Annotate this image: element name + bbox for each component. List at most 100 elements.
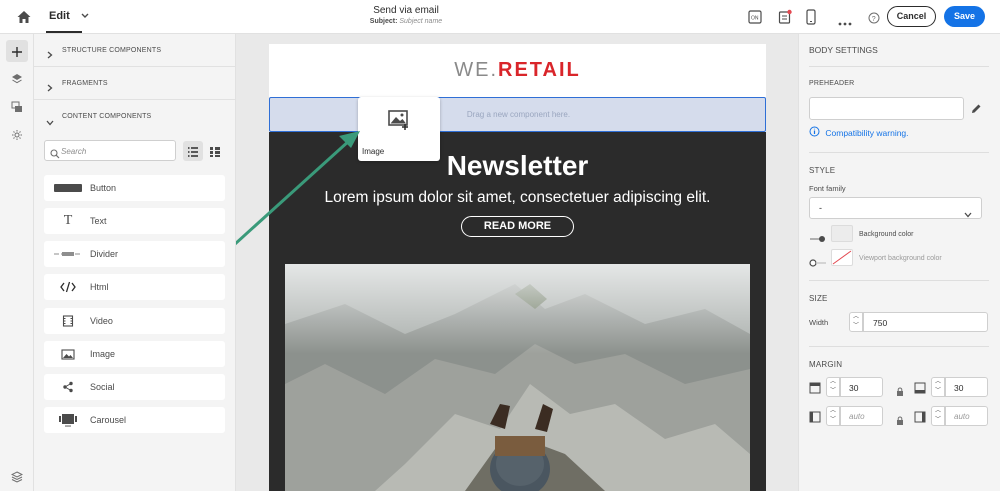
html-preview-icon[interactable]: ON <box>748 10 762 24</box>
video-icon <box>54 308 82 334</box>
save-button-label: Save <box>953 11 976 21</box>
personalization-icon[interactable] <box>11 128 23 146</box>
margin-top-stepper[interactable]: ︿ ﹀ <box>826 377 840 397</box>
divider-icon <box>54 241 82 267</box>
more-icon[interactable] <box>838 14 852 26</box>
component-html[interactable]: Html <box>44 274 225 300</box>
help-icon[interactable]: ? <box>868 11 880 24</box>
cancel-button[interactable]: Cancel <box>887 6 936 27</box>
components-panel: STRUCTURE COMPONENTS FRAGMENTS CONTENT C… <box>34 34 236 491</box>
validation-icon[interactable] <box>10 470 24 488</box>
margin-right-stepper[interactable]: ︿ ﹀ <box>931 406 945 426</box>
margin-top-input[interactable]: 30 <box>840 377 883 397</box>
section-content-components[interactable]: CONTENT COMPONENTS <box>34 100 235 133</box>
section-label: STRUCTURE COMPONENTS <box>62 47 162 54</box>
add-components-tab[interactable] <box>6 40 28 62</box>
component-button[interactable]: Button <box>44 175 225 201</box>
font-family-label: Font family <box>809 184 846 193</box>
width-value: 750 <box>873 318 888 328</box>
subject-line[interactable]: Subject: Subject name <box>300 18 512 25</box>
section-fragments[interactable]: FRAGMENTS <box>34 67 235 100</box>
margin-bottom-stepper[interactable]: ︿ ﹀ <box>931 377 945 397</box>
section-structure-components[interactable]: STRUCTURE COMPONENTS <box>34 34 235 67</box>
margin-bottom-input[interactable]: 30 <box>945 377 988 397</box>
mode-dropdown[interactable]: Edit <box>49 10 89 22</box>
chevron-right-icon <box>47 46 53 64</box>
lock-icon[interactable] <box>896 383 904 401</box>
share-icon <box>54 374 82 400</box>
viewport-bg-label: Viewport background color <box>859 255 942 262</box>
checklist-icon[interactable] <box>778 9 792 25</box>
margin-right-input[interactable]: auto <box>945 406 988 426</box>
mobile-preview-icon[interactable] <box>806 9 816 25</box>
list-view-toggle[interactable] <box>183 141 203 161</box>
component-label: Html <box>90 282 109 292</box>
lock-icon[interactable] <box>896 412 904 430</box>
component-label: Button <box>90 183 117 193</box>
background-color-swatch[interactable] <box>831 225 853 242</box>
width-input[interactable]: 750 <box>863 312 988 332</box>
size-label: SIZE <box>809 294 828 303</box>
component-carousel[interactable]: Carousel <box>44 407 225 433</box>
settings-panel: BODY SETTINGS PREHEADER Compatibility wa… <box>798 34 1000 491</box>
save-button[interactable]: Save <box>944 6 985 27</box>
edit-icon[interactable] <box>970 102 982 120</box>
font-family-select[interactable]: - <box>809 197 982 219</box>
component-divider[interactable]: Divider <box>44 241 225 267</box>
margin-left-icon <box>809 410 821 428</box>
viewport-bg-toggle[interactable] <box>809 254 827 267</box>
chevron-down-icon <box>81 10 89 22</box>
chevron-right-icon <box>47 79 53 97</box>
component-label: Divider <box>90 249 119 259</box>
margin-left-stepper[interactable]: ︿ ﹀ <box>826 406 840 426</box>
compatibility-warning[interactable]: Compatibility warning. <box>809 126 909 139</box>
preheader-input[interactable] <box>809 97 964 120</box>
width-stepper[interactable]: ︿ ﹀ <box>849 312 863 332</box>
home-icon[interactable] <box>16 9 32 25</box>
chevron-down-icon <box>46 113 54 131</box>
section-label: FRAGMENTS <box>62 80 108 87</box>
background-color-label: Background color <box>859 231 914 238</box>
component-image[interactable]: Image <box>44 341 225 367</box>
compat-warning-text: Compatibility warning. <box>825 127 909 138</box>
component-text[interactable]: T Text <box>44 208 225 234</box>
search-input[interactable]: Search <box>61 147 86 156</box>
subject-placeholder[interactable]: Subject name <box>399 18 442 25</box>
divider <box>809 280 989 281</box>
margin-label: MARGIN <box>809 360 843 369</box>
component-video[interactable]: Video <box>44 308 225 334</box>
html-icon <box>54 274 82 300</box>
divider <box>809 346 989 347</box>
chevron-down-icon <box>964 205 972 223</box>
left-rail <box>0 34 34 491</box>
viewport-bg-swatch[interactable] <box>831 249 853 266</box>
svg-text:?: ? <box>872 16 876 23</box>
subject-label: Subject: <box>369 18 398 25</box>
font-family-value: - <box>819 203 822 213</box>
divider <box>809 66 989 67</box>
button-icon <box>54 175 82 201</box>
grid-view-icon[interactable] <box>209 145 221 163</box>
assets-icon[interactable] <box>11 100 23 118</box>
layers-icon[interactable] <box>11 72 23 90</box>
margin-left-input[interactable]: auto <box>840 406 883 426</box>
component-label: Text <box>90 216 107 226</box>
section-label: CONTENT COMPONENTS <box>62 113 152 120</box>
top-bar: Edit Send via email Subject: Subject nam… <box>0 0 1000 34</box>
component-label: Image <box>90 349 116 359</box>
margin-top-icon <box>809 381 821 399</box>
carousel-icon <box>54 407 82 433</box>
margin-left-placeholder: auto <box>849 412 865 421</box>
margin-top-value: 30 <box>849 383 859 393</box>
text-icon: T <box>63 213 73 228</box>
background-color-toggle[interactable] <box>809 230 827 242</box>
email-canvas: WE.RETAIL Newsletter Lorem ipsum dolor s… <box>236 34 798 491</box>
component-social[interactable]: Social <box>44 374 225 400</box>
margin-right-icon <box>914 410 926 428</box>
preheader-label: PREHEADER <box>809 80 855 87</box>
margin-bottom-icon <box>914 381 926 399</box>
component-label: Video <box>90 316 113 326</box>
search-field[interactable]: Search <box>44 140 176 161</box>
image-icon <box>54 341 82 367</box>
style-label: STYLE <box>809 166 836 175</box>
